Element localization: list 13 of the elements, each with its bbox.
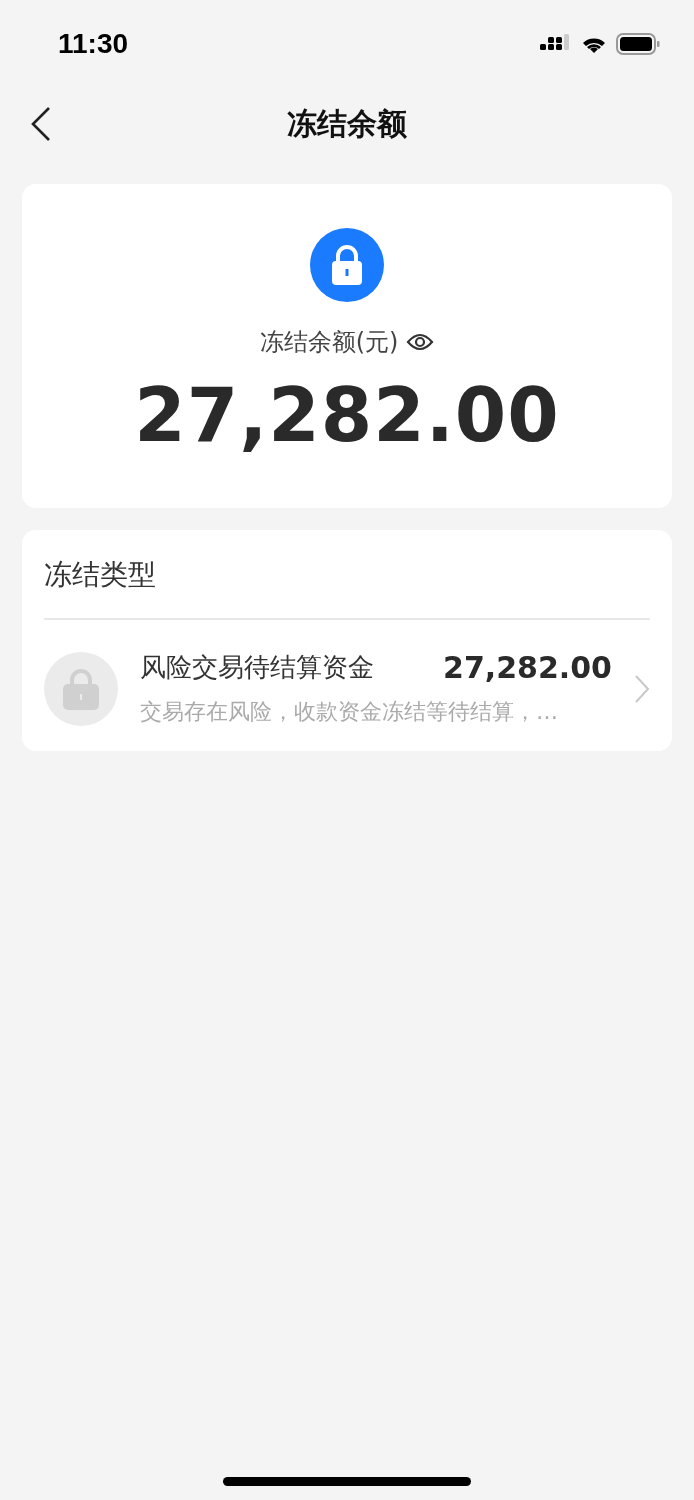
page-title: 冻结余额	[287, 104, 407, 143]
status-time: 11:30	[58, 28, 129, 60]
lock-icon	[310, 228, 384, 302]
freeze-type-name[interactable]: 风险交易待结算资金	[140, 650, 374, 685]
back-icon[interactable]	[30, 106, 52, 142]
freeze-type-description: 交易存在风险，收款资金冻结等待结算，…	[140, 698, 559, 726]
balance-amount: 27,282.00	[134, 372, 560, 458]
freeze-type-amount: 27,282.00	[443, 650, 612, 685]
balance-label: 冻结余额(元)	[259, 327, 399, 358]
eye-icon[interactable]	[406, 331, 435, 353]
lock-icon	[44, 651, 118, 726]
battery-icon	[616, 33, 660, 55]
section-title: 冻结类型	[44, 557, 157, 593]
